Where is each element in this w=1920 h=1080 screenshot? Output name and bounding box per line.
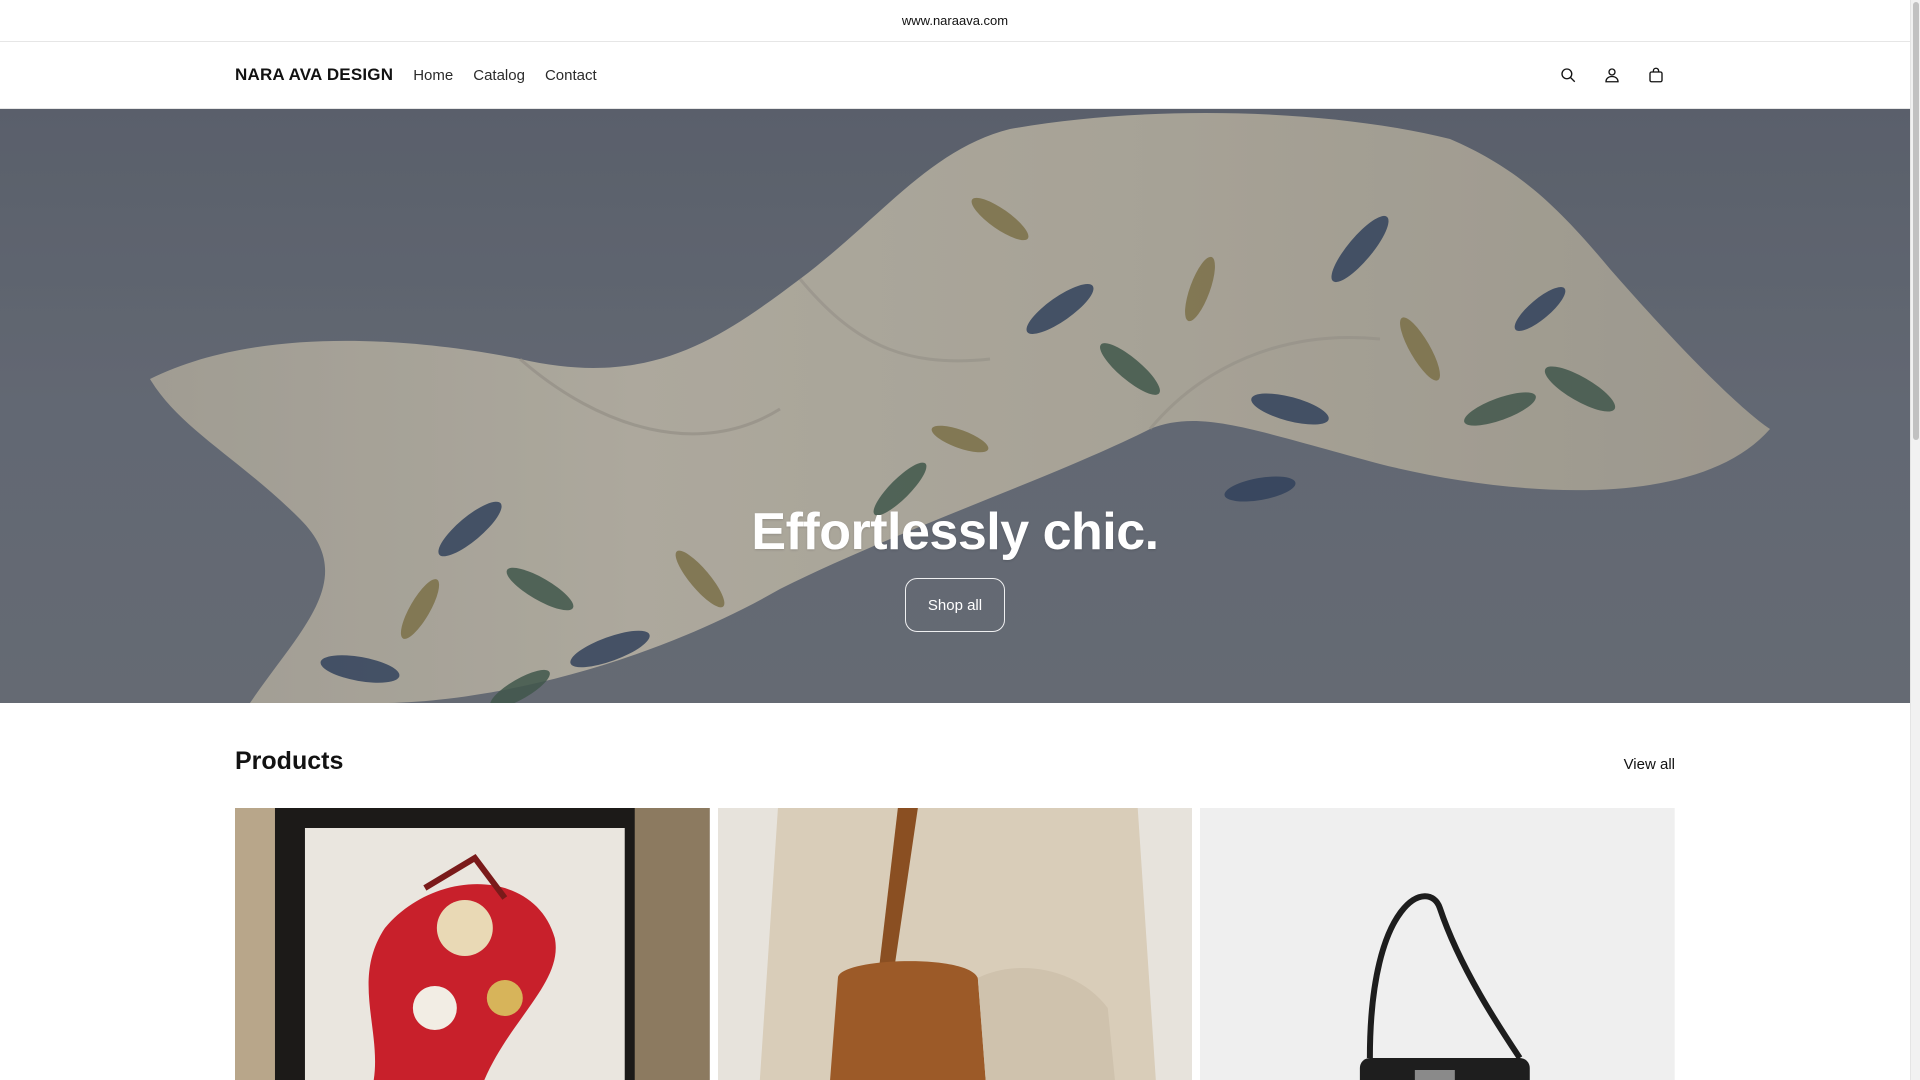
hero-content: Effortlessly chic. Shop all — [0, 502, 1910, 632]
product-image-scarf — [235, 808, 710, 1080]
storefront-page: www.naraava.com NARA AVA DESIGN Home Cat… — [0, 0, 1910, 1080]
product-card-scarf[interactable] — [235, 808, 710, 1080]
scrollbar-thumb[interactable] — [1913, 2, 1919, 440]
shop-all-button[interactable]: Shop all — [904, 578, 1006, 632]
page-scrollbar[interactable] — [1910, 0, 1920, 1080]
site-header: NARA AVA DESIGN Home Catalog Contact — [0, 42, 1910, 109]
cart-icon[interactable] — [1645, 64, 1667, 86]
account-icon[interactable] — [1601, 64, 1623, 86]
store-logo[interactable]: NARA AVA DESIGN — [235, 65, 393, 85]
view-all-link[interactable]: View all — [1624, 756, 1675, 773]
product-grid — [235, 808, 1676, 1080]
product-image-tote — [717, 808, 1193, 1080]
announcement-bar: www.naraava.com — [0, 0, 1910, 42]
search-icon[interactable] — [1557, 64, 1579, 86]
header-icons — [1557, 64, 1675, 86]
product-card-shoulder-bag[interactable] — [1200, 808, 1676, 1080]
nav-catalog[interactable]: Catalog — [473, 67, 525, 84]
nav-contact[interactable]: Contact — [545, 67, 597, 84]
main-nav: Home Catalog Contact — [413, 67, 596, 84]
products-section: Products View all — [0, 703, 1910, 1080]
products-title: Products — [235, 747, 344, 775]
products-header: Products View all — [235, 747, 1675, 776]
hero-title: Effortlessly chic. — [751, 503, 1159, 561]
product-image-shoulder-bag — [1200, 808, 1676, 1080]
nav-home[interactable]: Home — [413, 67, 453, 84]
hero-banner: Effortlessly chic. Shop all — [0, 109, 1910, 703]
announcement-text: www.naraava.com — [901, 13, 1009, 28]
product-card-tote[interactable] — [717, 808, 1193, 1080]
